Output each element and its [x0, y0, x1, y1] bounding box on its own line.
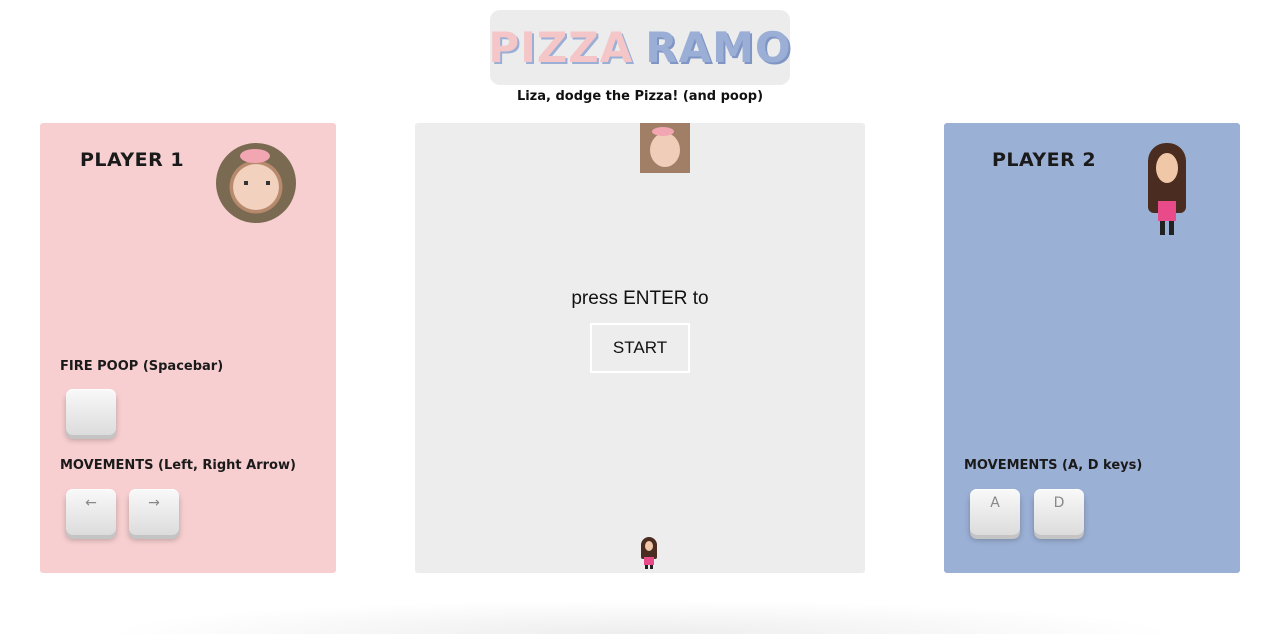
- spacebar-key-icon: [66, 389, 116, 435]
- baby-face: [650, 133, 680, 167]
- player1-panel: PLAYER 1 FIRE POOP (Spacebar) MOVEMENTS …: [40, 123, 336, 573]
- eyes-icon: [244, 181, 270, 185]
- player2-sprite-icon: [639, 537, 659, 569]
- d-key-icon: D: [1034, 489, 1084, 535]
- player2-title: PLAYER 2: [992, 149, 1097, 171]
- player1-movements-label: MOVEMENTS (Left, Right Arrow): [60, 458, 296, 473]
- player2-movements-label: MOVEMENTS (A, D keys): [964, 458, 1143, 473]
- title-word-pizza: PIZZA: [488, 23, 634, 72]
- start-button[interactable]: START: [590, 323, 690, 373]
- right-arrow-key-icon: →: [129, 489, 179, 535]
- left-arrow-key-icon: ←: [66, 489, 116, 535]
- game-title: PIZZA RAMO: [488, 23, 791, 72]
- title-banner: PIZZA RAMO: [488, 10, 791, 85]
- a-key-icon: A: [970, 489, 1020, 535]
- bow-icon: [240, 149, 270, 163]
- baby-sprite-icon: [640, 123, 690, 173]
- game-subtitle: Liza, dodge the Pizza! (and poop): [516, 89, 764, 104]
- start-prompt: press ENTER to: [571, 288, 709, 309]
- footer-shadow: [100, 600, 1180, 634]
- player1-title: PLAYER 1: [80, 149, 185, 171]
- player1-avatar: [216, 143, 296, 223]
- player2-avatar: [1144, 143, 1190, 243]
- title-word-ramo: RAMO: [645, 23, 792, 72]
- player2-panel: PLAYER 2 MOVEMENTS (A, D keys) A D: [944, 123, 1240, 573]
- fire-poop-label: FIRE POOP (Spacebar): [60, 359, 224, 374]
- game-canvas[interactable]: press ENTER to START: [415, 123, 865, 573]
- baby-bow: [652, 127, 674, 136]
